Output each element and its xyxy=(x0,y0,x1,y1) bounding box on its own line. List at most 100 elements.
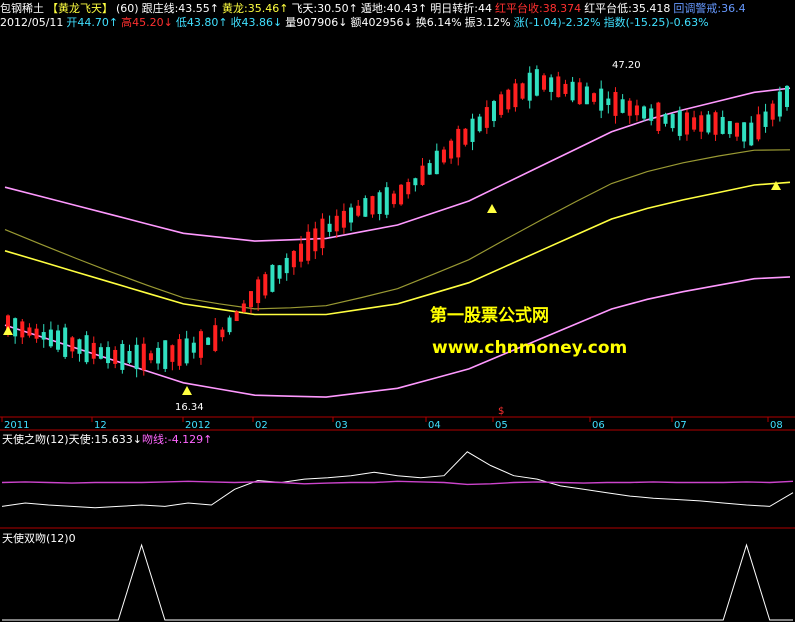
candle-body xyxy=(141,343,146,371)
sub1-title: 天使之吻(12) xyxy=(2,433,69,446)
candle-body xyxy=(206,337,211,345)
candle-body xyxy=(727,121,732,135)
candle-body xyxy=(291,251,296,268)
candle-body xyxy=(277,265,282,279)
candle-body xyxy=(770,103,775,120)
candle-body xyxy=(584,86,589,105)
candle-body xyxy=(592,93,597,102)
candle-body xyxy=(613,91,618,116)
candle-body xyxy=(749,122,754,146)
candle-body xyxy=(177,339,182,366)
candle-body xyxy=(520,83,525,99)
candle-body xyxy=(449,140,454,159)
candle-body xyxy=(34,328,39,339)
buy-signal-icon xyxy=(182,386,192,395)
candle-body xyxy=(370,196,375,215)
candle-body xyxy=(170,345,175,362)
candle-body xyxy=(470,118,475,142)
candle-body xyxy=(456,128,461,158)
wenxian-line xyxy=(1,480,794,486)
candle-body xyxy=(527,72,532,101)
candle-body xyxy=(441,149,446,163)
candle-body xyxy=(513,83,518,108)
candle-body xyxy=(41,332,46,340)
olive-line xyxy=(4,149,791,310)
candle-body xyxy=(506,89,511,110)
x-tick-label: 03 xyxy=(335,420,348,431)
candle-body xyxy=(499,94,504,115)
candle-body xyxy=(77,339,82,354)
candle-body xyxy=(627,100,632,116)
watermark-title: 第一股票公式网 xyxy=(430,306,549,326)
candle-body xyxy=(656,102,661,131)
candle-body xyxy=(377,192,382,214)
x-tick-label: 08 xyxy=(770,420,783,431)
candle-body xyxy=(684,112,689,135)
candle-body xyxy=(163,340,168,369)
candle-body xyxy=(663,114,668,124)
dollar-marker: $ xyxy=(498,406,504,417)
candle-body xyxy=(363,198,368,217)
x-tick-label: 05 xyxy=(495,420,508,431)
candle-body xyxy=(106,347,111,364)
candle-body xyxy=(248,291,253,308)
tianshi-zhiwen-title: 天使之吻(12)天使:15.633↓吻线:-4.129↑ xyxy=(2,431,212,447)
lower-band-line xyxy=(4,276,791,398)
candle-body xyxy=(13,318,18,337)
candle-body xyxy=(713,112,718,135)
candle-body xyxy=(706,114,711,133)
candle-body xyxy=(198,331,203,358)
candle-body xyxy=(785,85,789,107)
high-price-label: 47.20 xyxy=(612,60,641,71)
candle-body xyxy=(577,82,582,105)
candle-body xyxy=(334,215,339,232)
candle-body xyxy=(670,114,675,129)
candle-body xyxy=(549,77,554,92)
candle-body xyxy=(241,303,246,312)
candle-body xyxy=(391,193,396,205)
candle-body xyxy=(299,243,304,262)
sub1-tianshi-value: 天使:15.633↓ xyxy=(68,433,143,446)
candle-body xyxy=(70,337,75,352)
sub1-wenxian-value: 吻线:-4.129↑ xyxy=(142,433,213,446)
candle-body xyxy=(699,115,704,132)
candle-body xyxy=(406,182,411,195)
x-tick-label: 04 xyxy=(428,420,441,431)
candle-body xyxy=(734,122,739,137)
candle-body xyxy=(491,101,496,122)
candle-body xyxy=(27,327,32,336)
candle-body xyxy=(220,329,225,338)
candle-body xyxy=(148,353,153,361)
candle-body xyxy=(56,330,61,350)
candle-body xyxy=(542,75,547,90)
candle-body xyxy=(649,108,654,121)
tianshi-line xyxy=(1,451,794,509)
candle-body xyxy=(227,317,232,333)
candle-body xyxy=(63,327,68,357)
candle-body xyxy=(777,91,782,117)
x-tick-label: 2011 xyxy=(4,420,29,431)
x-tick-label: 07 xyxy=(674,420,687,431)
candle-body xyxy=(98,347,103,359)
x-tick-label: 06 xyxy=(592,420,605,431)
candle-body xyxy=(191,342,196,353)
candle-body xyxy=(134,344,139,370)
candle-body xyxy=(306,231,311,261)
candle-body xyxy=(720,116,725,134)
candle-body xyxy=(420,165,425,185)
x-tick-label: 2012 xyxy=(185,420,210,431)
candle-body xyxy=(184,338,189,364)
candle-body xyxy=(634,105,639,116)
candle-body xyxy=(120,343,125,370)
watermark-url: www.chnmoney.com xyxy=(432,338,628,358)
candle-body xyxy=(756,114,761,140)
candle-body xyxy=(463,128,468,145)
candle-body xyxy=(620,99,625,113)
candle-body xyxy=(156,347,161,364)
tianshi-shuangwen-title: 天使双吻(12)0 xyxy=(2,530,76,546)
buy-signal-icon xyxy=(487,204,497,213)
candle-body xyxy=(427,163,432,175)
main-chart[interactable]: 2011 12 2012 02 03 04 05 06 07 08 47.20 16.34 $ xyxy=(0,0,795,622)
sub2-value: 0 xyxy=(68,532,76,545)
upper-band-line xyxy=(4,87,791,242)
